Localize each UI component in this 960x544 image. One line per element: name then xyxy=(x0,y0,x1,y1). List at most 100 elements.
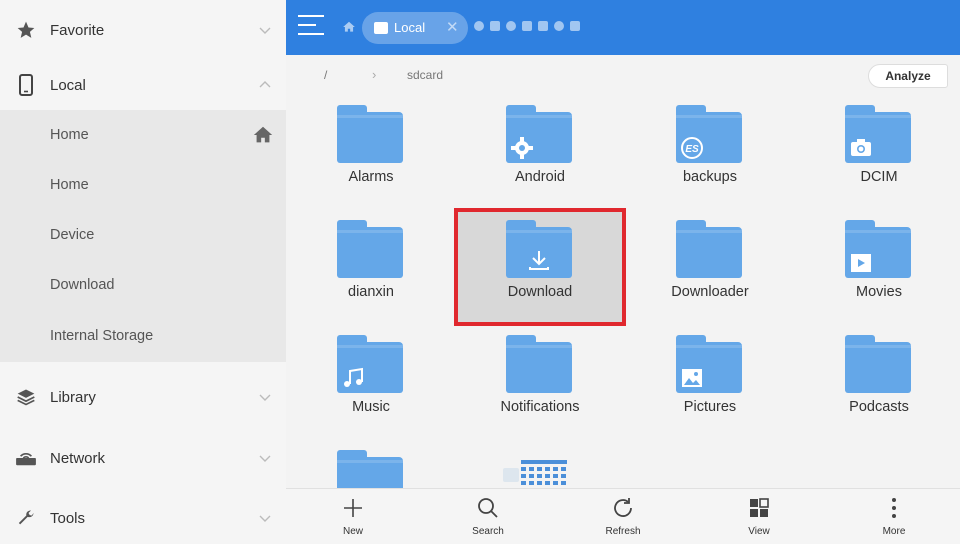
file-item[interactable] xyxy=(455,440,625,488)
plus-icon xyxy=(344,499,362,517)
camera-icon xyxy=(849,136,873,160)
sidebar-section-favorite[interactable]: Favorite xyxy=(0,0,286,60)
home-icon[interactable] xyxy=(342,20,356,34)
chevron-down-icon xyxy=(259,27,271,34)
more-vertical-icon xyxy=(892,498,896,518)
router-icon xyxy=(14,446,38,470)
svg-text:ES: ES xyxy=(685,144,699,155)
chevron-up-icon xyxy=(259,81,271,88)
sidebar-item-label: Device xyxy=(50,227,95,243)
file-manager-window: Favorite Local Home Home Device Download… xyxy=(0,0,960,544)
chevron-right-icon: › xyxy=(372,67,377,82)
folder-item[interactable] xyxy=(286,440,456,488)
search-icon xyxy=(478,498,498,518)
sidebar-section-network[interactable]: Network xyxy=(0,428,286,488)
breadcrumb-root[interactable]: / xyxy=(324,68,327,82)
phone-icon xyxy=(14,73,38,97)
folder-name: Movies xyxy=(856,284,902,300)
folder-name: backups xyxy=(682,169,737,185)
sidebar-section-label: Favorite xyxy=(50,21,105,39)
folder-icon xyxy=(337,335,403,393)
folder-icon xyxy=(337,220,403,278)
window-icon xyxy=(374,22,388,34)
folder-name: Pictures xyxy=(683,399,737,415)
folder-icon xyxy=(506,220,572,278)
folder-name: dianxin xyxy=(348,284,394,300)
sidebar-item-label: Download xyxy=(50,277,115,293)
sidebar-section-label: Library xyxy=(50,388,96,406)
sidebar-item-label: Internal Storage xyxy=(50,328,154,344)
analyze-button[interactable]: Analyze xyxy=(868,64,948,88)
sidebar-section-label: Network xyxy=(50,449,106,467)
folder-name: Android xyxy=(515,169,565,185)
folder-item[interactable]: Alarms xyxy=(286,95,456,205)
new-button[interactable]: New xyxy=(308,489,398,544)
more-button[interactable]: More xyxy=(849,489,939,544)
refresh-button[interactable]: Refresh xyxy=(578,489,668,544)
refresh-label: Refresh xyxy=(605,526,641,537)
close-icon[interactable]: ✕ xyxy=(446,20,459,35)
folder-item[interactable]: Podcasts xyxy=(794,325,960,435)
sidebar-item-home[interactable]: Home xyxy=(0,160,286,210)
folder-name: Download xyxy=(507,284,573,300)
more-label: More xyxy=(882,526,906,537)
sidebar-item-label: Home xyxy=(50,127,89,143)
refresh-icon xyxy=(614,498,632,517)
sidebar-item-device[interactable]: Device xyxy=(0,210,286,260)
globe-icon[interactable] xyxy=(554,21,564,31)
home-icon[interactable] xyxy=(252,124,274,146)
folder-icon xyxy=(506,105,572,163)
folder-name: Alarms xyxy=(348,169,394,185)
folder-item-selected[interactable]: Download xyxy=(458,212,622,322)
folder-icon xyxy=(337,105,403,163)
tab-icon[interactable] xyxy=(538,21,548,31)
folder-icon xyxy=(845,105,911,163)
chevron-down-icon xyxy=(259,515,271,522)
tab-icon[interactable] xyxy=(490,21,500,31)
folder-grid: Alarms Android ES backups DCIM dianxin D… xyxy=(286,95,960,488)
calendar-file-icon xyxy=(501,456,571,488)
sidebar-item-internal-storage[interactable]: Internal Storage xyxy=(0,310,286,362)
sidebar-item-home[interactable]: Home xyxy=(0,110,286,160)
folder-item[interactable]: Android xyxy=(455,95,625,205)
search-button[interactable]: Search xyxy=(443,489,533,544)
folder-item[interactable]: DCIM xyxy=(794,95,960,205)
new-label: New xyxy=(342,526,363,537)
folder-item[interactable]: Movies xyxy=(794,210,960,320)
clock-icon[interactable] xyxy=(506,21,516,31)
sidebar-section-tools[interactable]: Tools xyxy=(0,488,286,544)
folder-item[interactable]: ES backups xyxy=(625,95,795,205)
play-icon xyxy=(849,251,873,275)
chevron-down-icon xyxy=(259,394,271,401)
es-logo-icon: ES xyxy=(680,136,704,160)
folder-icon xyxy=(337,450,403,488)
breadcrumb-current[interactable]: sdcard xyxy=(407,68,443,82)
chevron-down-icon xyxy=(259,455,271,462)
tab-shortcuts xyxy=(474,21,580,31)
tab-icon[interactable] xyxy=(570,21,580,31)
sidebar-item-download[interactable]: Download xyxy=(0,260,286,310)
layers-icon xyxy=(14,385,38,409)
cloud-icon[interactable] xyxy=(522,21,532,31)
sidebar-item-label: Home xyxy=(50,177,89,193)
folder-icon xyxy=(676,220,742,278)
menu-icon[interactable] xyxy=(298,15,324,39)
folder-name: Notifications xyxy=(500,399,580,415)
folder-icon xyxy=(845,220,911,278)
view-button[interactable]: View xyxy=(714,489,804,544)
tab-local[interactable]: Local ✕ xyxy=(362,12,468,44)
sidebar-section-library[interactable]: Library xyxy=(0,367,286,427)
folder-icon xyxy=(676,335,742,393)
image-icon xyxy=(680,366,704,390)
sidebar-section-local[interactable]: Local xyxy=(0,55,286,115)
folder-item[interactable]: Downloader xyxy=(625,210,795,320)
sidebar: Favorite Local Home Home Device Download… xyxy=(0,0,286,544)
globe-icon[interactable] xyxy=(474,21,484,31)
folder-item[interactable]: Notifications xyxy=(455,325,625,435)
download-icon xyxy=(527,248,551,272)
folder-item[interactable]: dianxin xyxy=(286,210,456,320)
bottom-toolbar: New Search Refresh View More xyxy=(286,488,960,544)
top-bar: Local ✕ xyxy=(286,0,960,55)
folder-item[interactable]: Music xyxy=(286,325,456,435)
folder-item[interactable]: Pictures xyxy=(625,325,795,435)
